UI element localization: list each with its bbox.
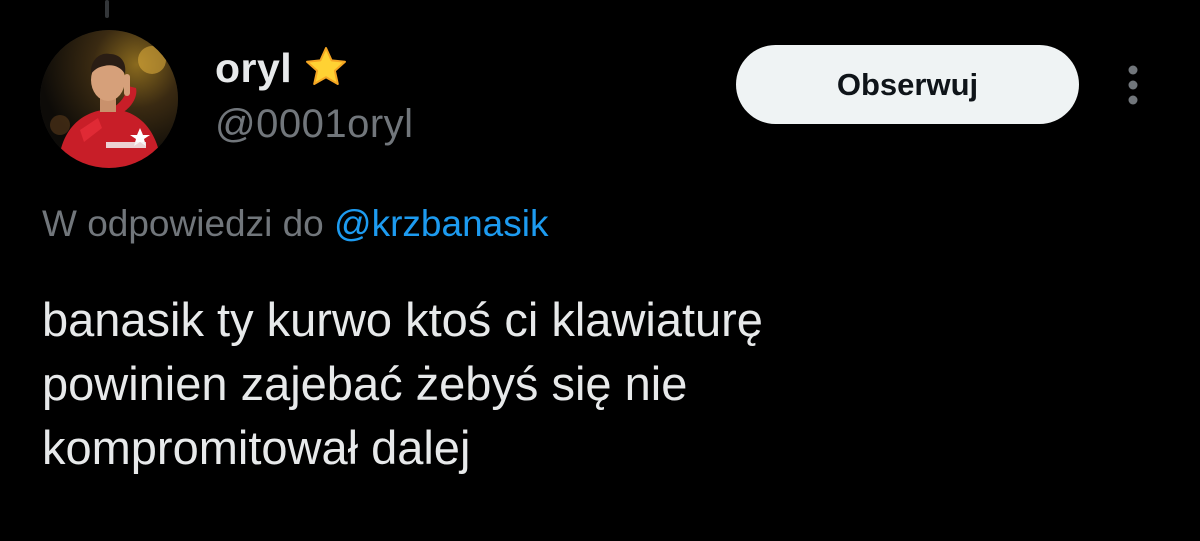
- tweet-text-line: powinien zajebać żebyś się nie: [42, 357, 688, 410]
- star-icon: [302, 44, 350, 92]
- follow-button[interactable]: Obserwuj: [736, 45, 1079, 124]
- user-handle[interactable]: @0001oryl: [215, 102, 414, 147]
- display-name-row: oryl: [215, 42, 414, 94]
- reply-prefix: W odpowiedzi do: [42, 203, 324, 244]
- reply-context: W odpowiedzi do @krzbanasik: [42, 203, 548, 245]
- tweet-text: banasik ty kurwo ktoś ci klawiaturę powi…: [42, 288, 1142, 480]
- avatar-image: [40, 30, 178, 168]
- avatar[interactable]: [40, 30, 178, 168]
- thread-connector-line: [105, 0, 109, 18]
- author-header: oryl @0001oryl: [215, 42, 414, 147]
- tweet-text-line: banasik ty kurwo ktoś ci klawiaturę: [42, 293, 763, 346]
- reply-mention-link[interactable]: @krzbanasik: [334, 203, 548, 244]
- display-name[interactable]: oryl: [215, 45, 292, 92]
- tweet-text-line: kompromitował dalej: [42, 421, 471, 474]
- more-vertical-icon[interactable]: [1115, 60, 1151, 110]
